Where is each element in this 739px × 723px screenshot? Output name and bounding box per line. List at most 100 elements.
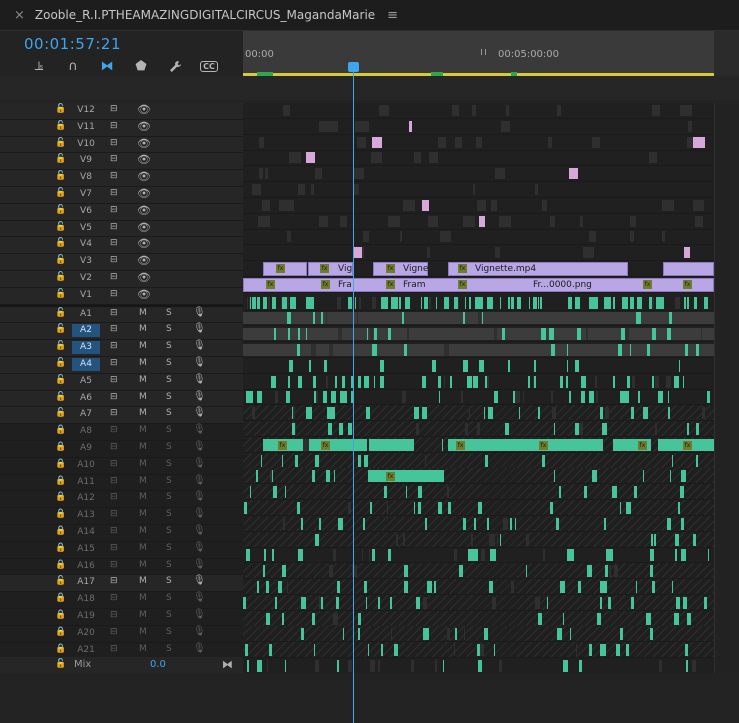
video-clip[interactable]	[476, 199, 486, 211]
audio-clip[interactable]	[312, 312, 316, 325]
audio-clip[interactable]	[310, 407, 313, 420]
audio-clip[interactable]	[309, 438, 367, 451]
audio-clip[interactable]	[358, 628, 361, 641]
audio-clip[interactable]	[300, 628, 305, 641]
audio-clip[interactable]	[312, 375, 316, 388]
audio-clip[interactable]	[327, 423, 332, 435]
audio-clip[interactable]	[377, 660, 380, 672]
audio-track-header[interactable]: 🔓 A17 ⊟ M S 🎙	[0, 575, 243, 593]
track-name[interactable]: A2	[72, 324, 100, 338]
audio-clip[interactable]	[305, 407, 311, 420]
audio-clip[interactable]	[629, 344, 631, 356]
audio-clip[interactable]	[650, 565, 653, 578]
video-clip[interactable]	[403, 199, 415, 211]
audio-clip[interactable]	[334, 375, 338, 388]
track-lane[interactable]	[243, 103, 714, 119]
video-clip[interactable]	[372, 136, 383, 148]
audio-clip[interactable]	[550, 344, 556, 356]
mix-volume-value[interactable]: 0.0	[150, 659, 166, 670]
solo-button[interactable]: S	[166, 576, 172, 586]
audio-clip[interactable]	[534, 296, 537, 309]
track-name[interactable]: A19	[72, 610, 100, 623]
mute-button[interactable]: M	[139, 509, 147, 519]
audio-clip[interactable]	[667, 517, 672, 530]
audio-clip[interactable]	[288, 328, 291, 341]
video-clip[interactable]	[305, 152, 316, 164]
video-clip[interactable]	[548, 136, 552, 148]
audio-clip[interactable]	[337, 581, 341, 593]
solo-button[interactable]: S	[166, 375, 172, 385]
video-clip[interactable]	[427, 247, 430, 259]
audio-clip[interactable]	[368, 470, 444, 483]
track-name[interactable]: A1	[72, 308, 100, 321]
voiceover-mic-icon[interactable]: 🎙	[193, 441, 206, 452]
audio-clip[interactable]	[484, 628, 489, 641]
audio-clip[interactable]	[295, 454, 298, 467]
audio-clip[interactable]	[356, 312, 359, 325]
audio-clip[interactable]	[636, 296, 642, 309]
lock-icon[interactable]: 🔓	[55, 272, 66, 282]
audio-clip[interactable]	[604, 407, 609, 420]
audio-clip[interactable]	[556, 517, 559, 530]
audio-track-header[interactable]: 🔓 A1 ⊟ M S 🎙	[0, 306, 243, 324]
video-track-header[interactable]: 🔓 V4 ⊟ 👁	[0, 237, 243, 255]
audio-clip[interactable]	[600, 596, 603, 609]
audio-clip[interactable]	[468, 407, 470, 420]
audio-clip[interactable]	[672, 581, 674, 593]
sync-lock-icon[interactable]: ⊟	[110, 308, 118, 318]
voiceover-mic-icon[interactable]: 🎙	[193, 323, 206, 334]
audio-clip[interactable]	[708, 549, 710, 562]
audio-clip[interactable]	[283, 517, 286, 530]
solo-button[interactable]: S	[166, 476, 172, 486]
audio-clip[interactable]	[348, 502, 351, 514]
track-name[interactable]: A3	[72, 341, 100, 355]
video-clip[interactable]	[400, 231, 403, 243]
video-clip[interactable]	[251, 184, 262, 195]
lock-icon[interactable]: 🔓	[55, 341, 66, 351]
audio-clip[interactable]	[308, 359, 311, 372]
audio-clip[interactable]	[378, 596, 380, 609]
track-lane[interactable]	[243, 119, 714, 135]
audio-clip[interactable]	[511, 296, 515, 309]
audio-clip[interactable]	[613, 296, 615, 309]
mute-button[interactable]: M	[139, 442, 147, 452]
video-clip[interactable]	[340, 215, 348, 227]
lock-icon[interactable]: 🔓	[55, 138, 66, 148]
audio-clip[interactable]	[476, 423, 480, 435]
audio-clip[interactable]	[493, 644, 496, 657]
mute-button[interactable]: M	[139, 324, 147, 334]
audio-clip[interactable]	[606, 549, 612, 562]
audio-clip[interactable]	[604, 423, 608, 435]
solo-button[interactable]: S	[166, 308, 172, 318]
audio-clip[interactable]	[605, 565, 609, 578]
time-ruler[interactable]: 00:00 00:05:00:00	[243, 31, 714, 76]
audio-clip[interactable]	[300, 517, 303, 530]
audio-track-header[interactable]: 🔒 A18 ⊟ M S 🎙	[0, 592, 243, 609]
lock-icon[interactable]: 🔓	[55, 238, 66, 248]
linked-selection-icon[interactable]: ⧓	[90, 57, 124, 75]
audio-clip[interactable]	[472, 549, 474, 562]
lock-icon[interactable]: 🔓	[55, 188, 66, 198]
audio-clip[interactable]	[619, 391, 625, 404]
lock-icon[interactable]: 🔓	[55, 308, 66, 318]
track-name[interactable]: A16	[72, 560, 100, 573]
audio-clip[interactable]	[405, 486, 408, 499]
audio-clip[interactable]	[574, 359, 579, 372]
audio-clip[interactable]	[625, 328, 629, 341]
video-clip[interactable]	[318, 120, 329, 132]
voiceover-mic-icon[interactable]: 🎙	[193, 643, 206, 654]
sync-lock-icon[interactable]: ⊟	[110, 375, 118, 385]
audio-clip[interactable]	[347, 423, 353, 435]
audio-clip[interactable]	[466, 375, 472, 388]
audio-clip[interactable]	[418, 596, 421, 609]
audio-clip[interactable]	[584, 486, 587, 499]
locked-icon[interactable]: 🔒	[55, 543, 66, 553]
solo-button[interactable]: S	[166, 324, 172, 334]
audio-clip[interactable]	[477, 660, 483, 672]
track-name[interactable]: V7	[72, 188, 100, 201]
track-name[interactable]: V8	[72, 171, 100, 184]
video-clip[interactable]	[353, 168, 365, 180]
sequence-tab[interactable]: × Zooble_R.I.PTHEAMAZINGDIGITALCIRCUS_Ma…	[0, 0, 398, 30]
audio-clip[interactable]	[674, 612, 679, 625]
video-clip[interactable]	[501, 120, 510, 132]
